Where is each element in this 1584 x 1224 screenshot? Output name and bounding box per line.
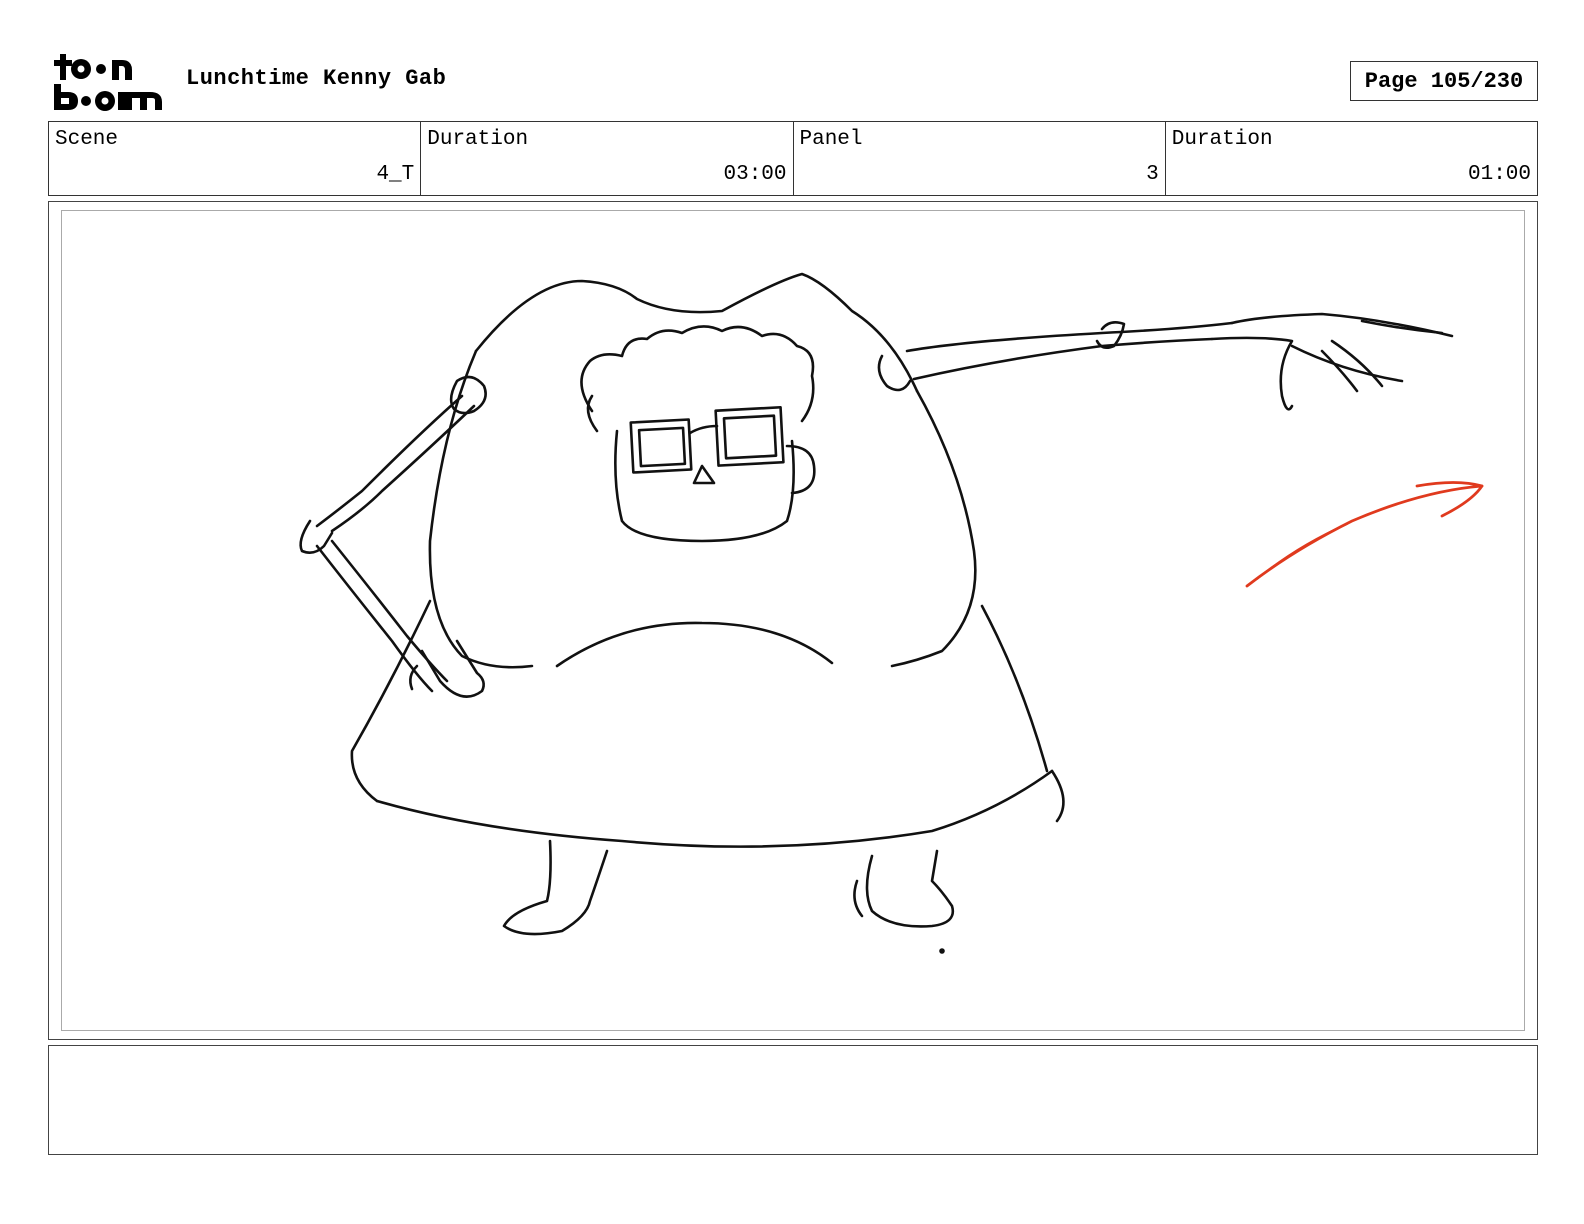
storyboard-panel-image [61,210,1525,1031]
page-indicator: Page 105/230 [1350,61,1538,101]
project-title: Lunchtime Kenny Gab [186,66,447,91]
scene-duration-label: Duration [427,128,529,151]
character-sketch [299,272,1484,954]
panel-duration-label: Duration [1171,128,1273,151]
scene-duration-value: 03:00 [723,163,787,186]
scene-value: 4_T [376,163,415,186]
panel-value: 3 [1146,163,1159,186]
toon-boom-logo [54,54,162,111]
panel-duration-cell: Duration 01:00 [1166,122,1537,195]
panel-duration-value: 01:00 [1467,163,1531,186]
scene-duration-cell: Duration 03:00 [421,122,794,195]
scene-cell: Scene 4_T [49,122,422,195]
panel-cell: Panel 3 [794,122,1166,195]
panel-notes-box [48,1045,1538,1155]
scene-label: Scene [55,128,119,151]
storyboard-panel-frame [48,201,1538,1040]
panel-label: Panel [799,128,863,151]
storyboard-info-table: Scene 4_T Duration 03:00 Panel 3 Duratio… [48,121,1538,196]
